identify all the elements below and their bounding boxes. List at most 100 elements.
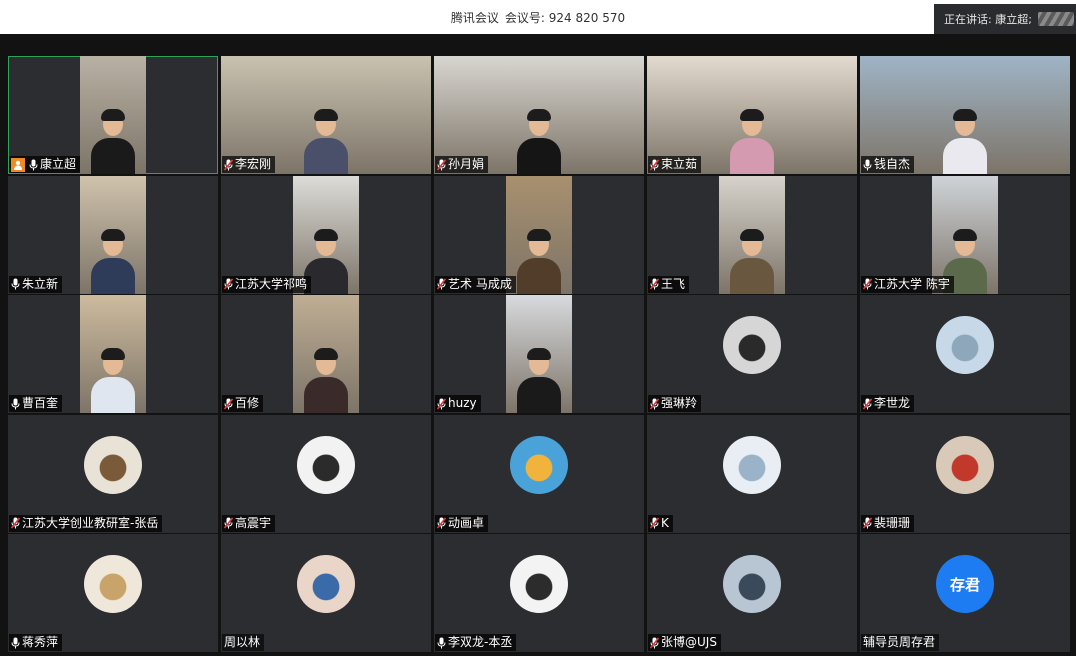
participant-tile[interactable]: 康立超: [8, 56, 218, 174]
participant-tile[interactable]: 百修: [221, 295, 431, 413]
participant-tile[interactable]: 江苏大学 陈宇: [860, 175, 1070, 294]
participant-label: 强琳羚: [648, 395, 702, 412]
participant-label: 曹百奎: [9, 395, 63, 412]
participant-tile[interactable]: 朱立新: [8, 175, 218, 294]
participant-tile[interactable]: 张博@UJS: [647, 534, 857, 652]
participant-tile[interactable]: 动画卓: [434, 414, 644, 533]
mic-muted-icon: [650, 159, 659, 171]
mic-muted-icon: [437, 278, 446, 290]
participant-label: 江苏大学祁鸣: [222, 275, 312, 293]
participant-tile[interactable]: 孙月娟: [434, 56, 644, 174]
mic-muted-icon: [863, 517, 872, 529]
participant-video: [80, 175, 146, 294]
participant-name: 蒋秀萍: [22, 635, 59, 649]
participant-grid: 康立超 李宏刚 孙月娟 束立茹 钱自杰朱立新 江苏大学祁鸣 艺术 马成成 王飞 江苏大学 陈宇曹…: [8, 56, 1070, 652]
participant-avatar: [84, 555, 142, 613]
participant-tile[interactable]: 裴珊珊: [860, 414, 1070, 533]
video-person: [943, 109, 987, 174]
participant-label: K: [648, 514, 673, 532]
participant-avatar: [510, 555, 568, 613]
video-person: [517, 109, 561, 174]
participant-name: 江苏大学创业教研室-张岳: [22, 515, 159, 530]
participant-tile[interactable]: 周以林: [221, 534, 431, 652]
mic-muted-icon: [650, 637, 659, 649]
participant-video: [506, 295, 572, 413]
participant-label: 裴珊珊: [861, 514, 915, 532]
participant-name: 江苏大学祁鸣: [235, 276, 308, 291]
host-icon: [11, 157, 25, 172]
participant-label: 钱自杰: [861, 156, 915, 173]
participant-tile[interactable]: 李双龙-本丞: [434, 534, 644, 652]
mic-muted-icon: [224, 278, 233, 290]
participant-tile[interactable]: 高震宇: [221, 414, 431, 533]
video-person: [91, 348, 135, 413]
participant-name: 朱立新: [22, 276, 59, 291]
participant-name: 李世龙: [874, 396, 911, 410]
mic-icon: [11, 278, 20, 290]
participant-avatar: [297, 435, 355, 494]
participant-tile[interactable]: huzy: [434, 295, 644, 413]
participant-label: 孙月娟: [435, 156, 489, 173]
mic-muted-icon: [437, 159, 446, 171]
participant-name: 孙月娟: [448, 157, 485, 171]
mic-muted-icon: [863, 398, 872, 410]
participant-avatar: [723, 435, 781, 494]
mic-muted-icon: [650, 517, 659, 529]
participant-label: 江苏大学创业教研室-张岳: [9, 514, 163, 532]
participant-name: 强琳羚: [661, 396, 698, 410]
participant-name: 动画卓: [448, 515, 485, 530]
participant-label: 艺术 马成成: [435, 275, 516, 293]
participant-avatar: [723, 555, 781, 613]
participant-tile[interactable]: 强琳羚: [647, 295, 857, 413]
participant-tile[interactable]: 蒋秀萍: [8, 534, 218, 652]
participant-label: 周以林: [222, 634, 265, 651]
participant-tile[interactable]: 李世龙: [860, 295, 1070, 413]
participant-tile[interactable]: 钱自杰: [860, 56, 1070, 174]
participant-name: 张博@UJS: [661, 635, 717, 649]
participant-label: 辅导员周存君: [861, 634, 940, 651]
mic-icon: [11, 637, 20, 649]
video-person: [517, 348, 561, 413]
participant-label: 蒋秀萍: [9, 634, 63, 651]
participant-name: 高震宇: [235, 515, 272, 530]
participant-tile[interactable]: 李宏刚: [221, 56, 431, 174]
participant-label: 动画卓: [435, 514, 489, 532]
participant-tile[interactable]: 艺术 马成成: [434, 175, 644, 294]
participant-avatar: [723, 316, 781, 374]
mic-muted-icon: [224, 398, 233, 410]
participant-avatar: [297, 555, 355, 613]
participant-name: 百修: [235, 396, 260, 410]
mic-muted-icon: [863, 278, 872, 290]
participant-label: 李双龙-本丞: [435, 634, 517, 651]
mic-muted-icon: [650, 398, 659, 410]
participant-label: 王飞: [648, 275, 690, 293]
app-name: 腾讯会议: [450, 10, 499, 25]
mic-icon: [11, 398, 20, 410]
participant-label: 李宏刚: [222, 156, 276, 173]
participant-name: 曹百奎: [22, 396, 59, 410]
participant-tile[interactable]: 束立茹: [647, 56, 857, 174]
participant-name: 王飞: [661, 276, 686, 291]
video-person: [91, 109, 135, 174]
video-person: [304, 109, 348, 174]
participant-name: 束立茹: [661, 157, 698, 171]
participant-tile[interactable]: K: [647, 414, 857, 533]
participant-name: huzy: [448, 396, 477, 410]
participant-tile[interactable]: 存君 辅导员周存君: [860, 534, 1070, 652]
mic-icon: [863, 159, 872, 171]
participant-name: 周以林: [224, 635, 261, 649]
participant-name: 裴珊珊: [874, 515, 911, 530]
mic-muted-icon: [437, 398, 446, 410]
participant-tile[interactable]: 江苏大学创业教研室-张岳: [8, 414, 218, 533]
participant-avatar: [510, 435, 568, 494]
speaker-thumbnail: [1037, 12, 1074, 26]
participant-tile[interactable]: 江苏大学祁鸣: [221, 175, 431, 294]
participant-avatar: [84, 435, 142, 494]
participant-name: K: [661, 515, 669, 530]
participant-label: 朱立新: [9, 275, 63, 293]
participant-tile[interactable]: 王飞: [647, 175, 857, 294]
participant-tile[interactable]: 曹百奎: [8, 295, 218, 413]
participant-label: 束立茹: [648, 156, 702, 173]
participant-video: [80, 56, 146, 174]
participant-name: 钱自杰: [874, 157, 911, 171]
